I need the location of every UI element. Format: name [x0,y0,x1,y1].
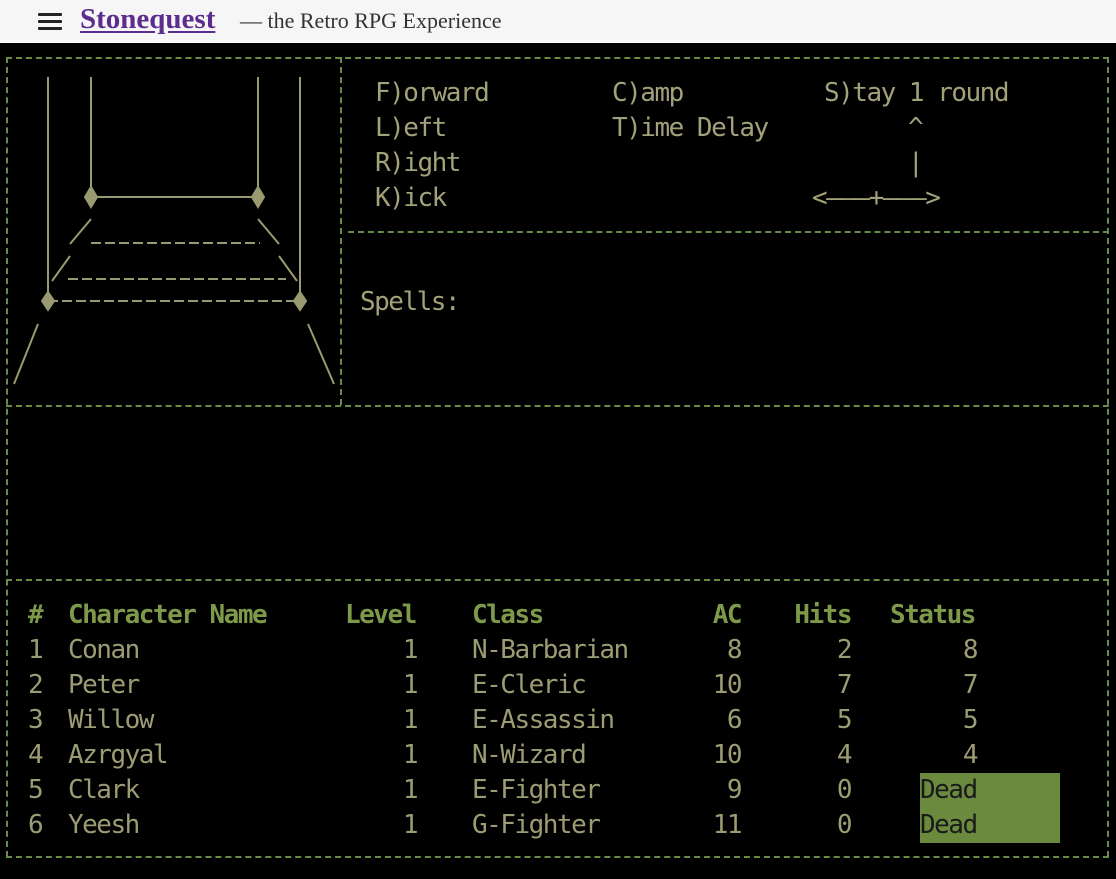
char-level: 1 [402,705,419,735]
char-name: Conan [68,635,140,665]
right-command[interactable]: R)ight [375,148,461,178]
char-ac: 9 [726,775,743,805]
char-status: 4 [962,740,979,770]
col-num-header: # [28,600,44,630]
char-class: E-Cleric [472,670,587,700]
char-level: 1 [402,810,419,840]
char-name: Clark [68,775,140,805]
col-status-header: Status [890,600,976,630]
char-status: 5 [962,705,979,735]
char-hits: 0 [836,775,853,805]
party-row[interactable]: 1 Conan 1 N-Barbarian 8 2 8 [0,633,1116,668]
char-class: N-Barbarian [472,635,629,665]
col-ac-header: AC [712,600,743,630]
char-ac: 8 [726,635,743,665]
party-row[interactable]: 5 Clark 1 E-Fighter 9 0 Dead [0,773,1116,808]
char-num: 3 [28,705,44,735]
hamburger-menu-icon[interactable] [38,12,62,30]
party-row[interactable]: 2 Peter 1 E-Cleric 10 7 7 [0,668,1116,703]
char-name: Azrgyal [68,740,169,770]
char-num: 5 [28,775,44,805]
message-area [8,408,1106,578]
time-delay-command[interactable]: T)ime Delay [612,113,769,143]
char-status: 7 [962,670,979,700]
char-ac: 6 [726,705,743,735]
char-status-dead: Dead [920,808,1060,843]
game-screen[interactable]: F)orward L)eft R)ight K)ick C)amp T)ime … [0,43,1116,879]
stay-command[interactable]: S)tay 1 round [824,78,1010,108]
col-hits-header: Hits [794,600,852,630]
col-name-header: Character Name [68,600,268,630]
char-class: E-Assassin [472,705,615,735]
char-status: 8 [962,635,979,665]
char-status-dead: Dead [920,773,1060,808]
compass-up-arrow: ^ [908,113,924,143]
char-hits: 2 [836,635,853,665]
char-class: E-Fighter [472,775,601,805]
char-level: 1 [402,740,419,770]
char-level: 1 [402,775,419,805]
char-class: G-Fighter [472,810,601,840]
kick-command[interactable]: K)ick [375,183,447,213]
char-hits: 4 [836,740,853,770]
char-num: 6 [28,810,44,840]
commands-divider [348,231,1109,233]
col-class-header: Class [472,600,544,630]
char-ac: 10 [712,740,743,770]
camp-command[interactable]: C)amp [612,78,684,108]
page-header: Stonequest — the Retro RPG Experience [0,0,1116,42]
message-divider [6,579,1109,581]
char-hits: 7 [836,670,853,700]
party-header-row: # Character Name Level Class AC Hits Sta… [0,598,1116,633]
site-title-link[interactable]: Stonequest [80,3,215,36]
char-name: Willow [68,705,154,735]
col-level-header: Level [345,600,417,630]
site-subtitle: — the Retro RPG Experience [240,8,502,33]
view-divider [340,57,342,405]
char-name: Peter [68,670,140,700]
char-ac: 10 [712,670,743,700]
char-level: 1 [402,670,419,700]
char-level: 1 [402,635,419,665]
char-num: 4 [28,740,44,770]
dungeon-view [13,77,335,385]
compass-stem: | [908,148,924,178]
char-name: Yeesh [68,810,140,840]
char-class: N-Wizard [472,740,587,770]
frame-bottom-border [6,856,1109,858]
char-num: 1 [28,635,44,665]
party-row[interactable]: 6 Yeesh 1 G-Fighter 11 0 Dead [0,808,1116,843]
top-section-divider [6,405,1109,407]
forward-command[interactable]: F)orward [375,78,490,108]
party-row[interactable]: 4 Azrgyal 1 N-Wizard 10 4 4 [0,738,1116,773]
char-num: 2 [28,670,44,700]
char-ac: 11 [712,810,743,840]
char-hits: 5 [836,705,853,735]
compass-horizontal: <———+———> [812,183,941,213]
left-command[interactable]: L)eft [375,113,447,143]
party-row[interactable]: 3 Willow 1 E-Assassin 6 5 5 [0,703,1116,738]
spells-label: Spells: [360,287,461,317]
char-hits: 0 [836,810,853,840]
